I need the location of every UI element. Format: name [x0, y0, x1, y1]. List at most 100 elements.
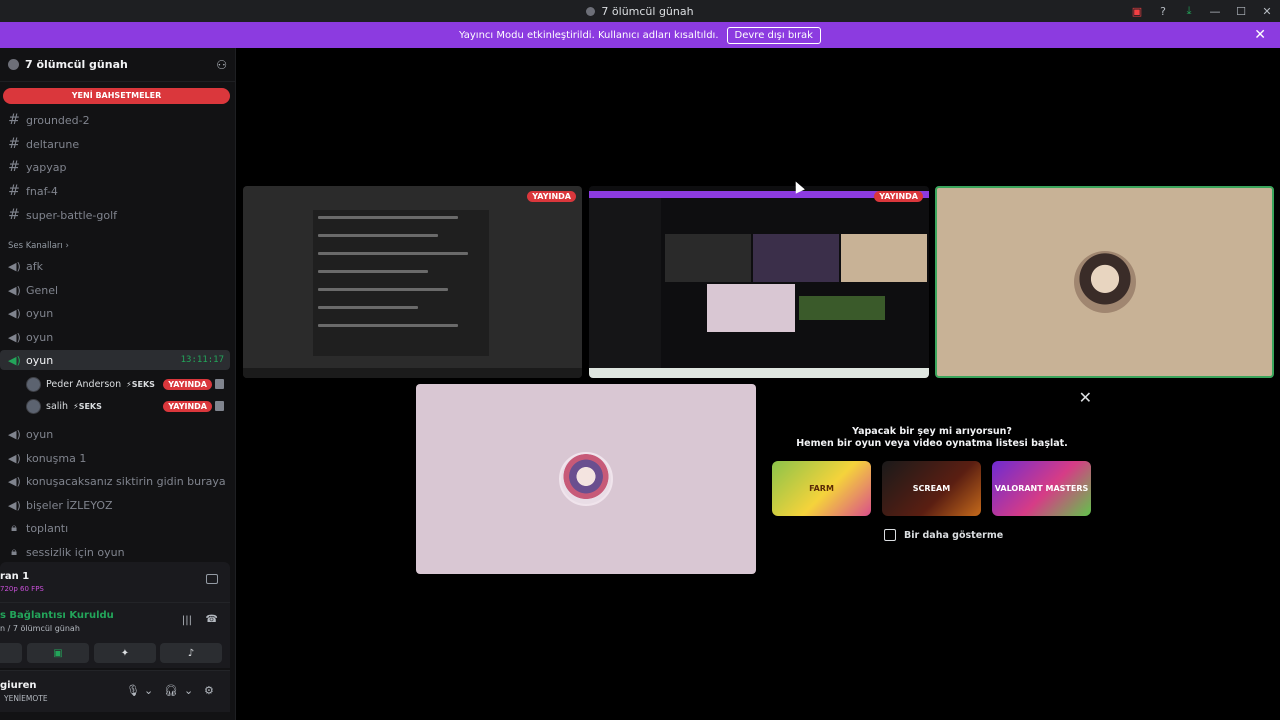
hash-icon: # — [8, 112, 20, 128]
banner-close-icon[interactable]: ✕ — [1254, 27, 1266, 43]
activity-card-scream[interactable]: SCREAM — [882, 461, 981, 516]
voice-channel-sessizlik[interactable]: 🔒︎ sessizlik için oyun — [0, 542, 235, 562]
chevron-down-icon[interactable]: ⌄ — [184, 684, 193, 697]
help-icon[interactable]: ? — [1150, 0, 1176, 22]
nested-tile — [665, 234, 751, 282]
activity-card-farm[interactable]: FARM — [772, 461, 871, 516]
voice-user-salih[interactable]: salih ⚡SEKS YAYINDA — [26, 396, 226, 416]
channel-label: konuşma 1 — [26, 451, 87, 465]
taskbar — [589, 368, 929, 378]
stream-tile-1[interactable]: YAYINDA — [243, 186, 582, 378]
hash-icon: # — [8, 136, 20, 152]
text-channel-fnaf-4[interactable]: # fnaf-4 — [0, 181, 235, 201]
speaker-icon: ◀) — [8, 306, 21, 320]
invite-icon[interactable]: ⚇ — [216, 58, 227, 72]
close-icon[interactable]: ✕ — [1079, 388, 1092, 407]
discord-window: 7 ölümcül günah ▣ ? ⤓ — ☐ ✕ Yayıncı Modu… — [0, 0, 1280, 720]
live-badge: YAYINDA — [874, 191, 923, 202]
stream-preview-icon[interactable] — [215, 379, 224, 389]
user-tag: ⚡SEKS — [73, 401, 102, 411]
user-tag-text: SEKS — [131, 379, 155, 389]
text-channel-super-battle-golf[interactable]: # super-battle-golf — [0, 205, 235, 225]
voice-channel-konusacaksaniz[interactable]: ◀) konuşacaksanız siktirin gidin buraya — [0, 471, 235, 491]
call-timer: 13:11:17 — [180, 355, 224, 365]
channel-label: yapyap — [26, 160, 67, 174]
headphones-icon[interactable]: 🎧︎ — [164, 684, 178, 697]
voice-channel-oyun-2[interactable]: ◀) oyun — [0, 327, 235, 347]
channel-label: afk — [26, 259, 43, 273]
voice-user-peder[interactable]: Peder Anderson ⚡SEKS YAYINDA — [26, 374, 226, 394]
minimize-icon[interactable]: — — [1202, 0, 1228, 22]
new-mentions-pill[interactable]: YENİ BAHSETMELER — [3, 88, 230, 104]
activity-card-label: VALORANT MASTERS — [994, 484, 1089, 493]
voice-channel-genel[interactable]: ◀) Genel — [0, 280, 235, 300]
stop-stream-icon[interactable] — [206, 574, 218, 584]
avatar — [559, 452, 613, 506]
category-label: Ses Kanalları — [8, 241, 63, 251]
camera-button[interactable] — [0, 643, 22, 663]
noise-suppression-icon[interactable]: ||| — [182, 615, 192, 626]
nested-tile — [841, 234, 927, 282]
close-icon[interactable]: ✕ — [1254, 0, 1280, 22]
voice-channel-oyun-active[interactable]: ◀) oyun 13:11:17 — [0, 350, 230, 370]
avatar — [26, 376, 41, 392]
voice-channel-biseler-izleyoz[interactable]: ◀) bişeler İZLEYOZ — [0, 495, 235, 515]
disconnect-icon[interactable]: ☎ — [206, 614, 218, 625]
voice-channel-oyun-1[interactable]: ◀) oyun — [0, 303, 235, 323]
channel-label: oyun — [26, 427, 54, 441]
text-channel-yapyap[interactable]: # yapyap — [0, 157, 235, 177]
text-channel-grounded-2[interactable]: # grounded-2 — [0, 110, 235, 130]
channel-label: super-battle-golf — [26, 208, 118, 222]
voice-channel-afk[interactable]: ◀) afk — [0, 256, 235, 276]
voice-channel-toplanti[interactable]: 🔒︎ toplantı — [0, 518, 235, 538]
text-channel-deltarune[interactable]: # deltarune — [0, 134, 235, 154]
channel-label: sessizlik için oyun — [26, 545, 125, 559]
live-badge: YAYINDA — [527, 191, 576, 202]
screen-share-icon[interactable]: ▣ — [1124, 0, 1150, 22]
user-status: YENİEMOTE — [4, 694, 48, 703]
dont-show-again-checkbox[interactable] — [884, 529, 896, 541]
nested-sidebar — [589, 198, 661, 368]
microphone-icon[interactable]: 🎙︎ — [126, 684, 140, 697]
server-avatar-icon — [8, 59, 19, 70]
participant-tile-3[interactable] — [935, 186, 1274, 378]
speaker-icon: ◀) — [8, 474, 21, 488]
participant-tile-4[interactable] — [416, 384, 756, 574]
stream-status-panel: ran 1 720p 60 FPS — [0, 562, 230, 602]
user-name: Peder Anderson — [46, 378, 122, 390]
activity-card-label: FARM — [809, 484, 834, 493]
stream-preview-icon[interactable] — [215, 401, 224, 411]
screen-line — [318, 306, 418, 309]
hash-icon: # — [8, 183, 20, 199]
lock-icon: 🔒︎ — [11, 521, 17, 534]
server-header[interactable]: 7 ölümcül günah ⚇ — [0, 48, 235, 82]
screen-content — [313, 210, 489, 356]
channel-label: bişeler İZLEYOZ — [26, 498, 113, 512]
download-icon[interactable]: ⤓ — [1176, 0, 1202, 22]
streamer-mode-banner: Yayıncı Modu etkinleştirildi. Kullanıcı … — [0, 22, 1280, 48]
activities-button[interactable]: ✦ — [94, 643, 156, 663]
disable-streamer-mode-button[interactable]: Devre dışı bırak — [726, 26, 821, 44]
soundboard-button[interactable]: ♪ — [160, 643, 222, 663]
user-panel: giuren YENİEMOTE 🎙︎ ⌄ 🎧︎ ⌄ ⚙ — [0, 670, 230, 712]
avatar — [1073, 251, 1136, 313]
speaker-icon: ◀) — [8, 259, 21, 273]
chevron-down-icon[interactable]: ⌄ — [144, 684, 153, 697]
user-tag: ⚡SEKS — [126, 379, 155, 389]
stream-tile-2[interactable]: YAYINDA — [589, 186, 929, 378]
dont-show-again-label[interactable]: Bir daha gösterme — [904, 530, 1003, 541]
live-badge: YAYINDA — [163, 400, 212, 412]
activity-card-valorant[interactable]: VALORANT MASTERS — [992, 461, 1091, 516]
voice-channel-oyun-3[interactable]: ◀) oyun — [0, 424, 235, 444]
voice-channel-konusma-1[interactable]: ◀) konuşma 1 — [0, 448, 235, 468]
channel-label: Genel — [26, 283, 59, 297]
speaker-icon: ◀) — [8, 283, 21, 297]
speaker-icon: ◀) — [8, 451, 21, 465]
settings-gear-icon[interactable]: ⚙ — [204, 684, 214, 697]
voice-category-header[interactable]: Ses Kanalları › — [8, 241, 69, 251]
activity-card-label: SCREAM — [912, 484, 951, 493]
maximize-icon[interactable]: ☐ — [1228, 0, 1254, 22]
title-bar: 7 ölümcül günah ▣ ? ⤓ — ☐ ✕ — [0, 0, 1280, 22]
lock-icon: 🔒︎ — [11, 545, 17, 558]
share-screen-button[interactable]: ▣ — [27, 643, 89, 663]
